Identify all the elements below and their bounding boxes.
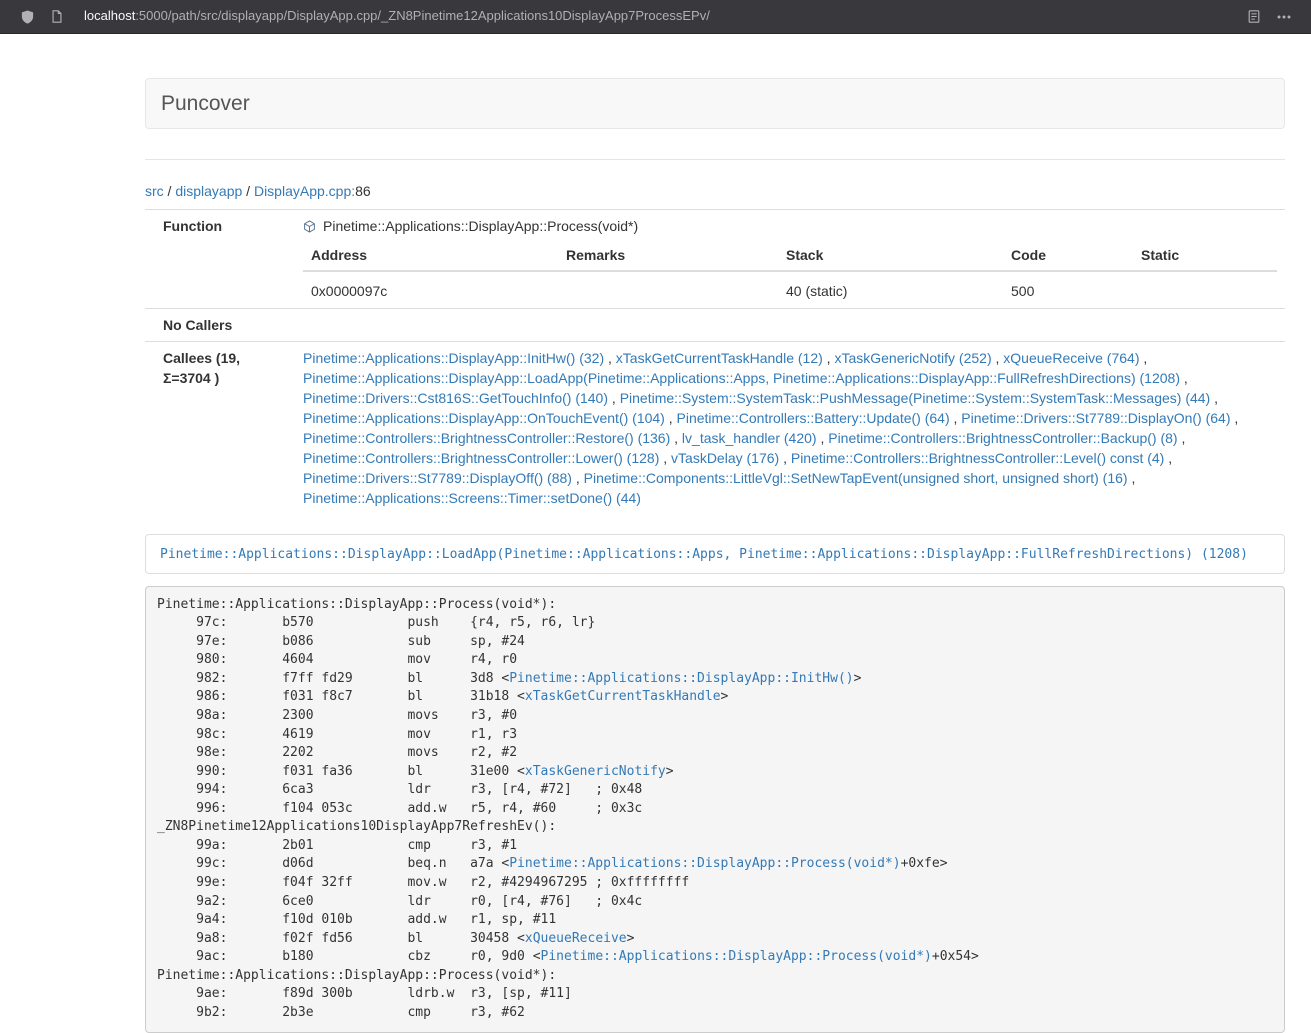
function-cell: Pinetime::Applications::DisplayApp::Proc… [295, 210, 1285, 309]
column-static: Static [1133, 245, 1277, 271]
callee-link[interactable]: Pinetime::System::SystemTask::PushMessag… [620, 390, 1211, 406]
breadcrumb-separator: / [164, 183, 176, 199]
breadcrumb-separator: / [242, 183, 254, 199]
column-remarks: Remarks [558, 245, 778, 271]
callee-link[interactable]: Pinetime::Applications::DisplayApp::Load… [303, 370, 1180, 386]
symbol-icon [303, 220, 316, 233]
callee-link[interactable]: Pinetime::Controllers::BrightnessControl… [791, 450, 1164, 466]
row-label-no-callers: No Callers [145, 309, 295, 342]
function-name: Pinetime::Applications::DisplayApp::Proc… [323, 216, 638, 236]
navbar: Puncover [145, 78, 1285, 129]
callee-link[interactable]: Pinetime::Controllers::Battery::Update()… [677, 410, 950, 426]
callee-link[interactable]: xTaskGetCurrentTaskHandle (12) [616, 350, 823, 366]
callee-link[interactable]: lv_task_handler (420) [682, 430, 817, 446]
callees-cell: Pinetime::Applications::DisplayApp::Init… [295, 342, 1285, 515]
callee-link[interactable]: Pinetime::Components::LittleVgl::SetNewT… [584, 470, 1128, 486]
breadcrumb-line-number: 86 [355, 183, 371, 199]
breadcrumb-link[interactable]: src [145, 183, 164, 199]
callee-link[interactable]: Pinetime::Controllers::BrightnessControl… [303, 430, 670, 446]
stats-header-row: Address Remarks Stack Code Static [303, 245, 1277, 271]
static-value [1133, 271, 1277, 302]
breadcrumb-link[interactable]: displayapp [175, 183, 242, 199]
table-row-function: Function Pinetime::Applications::Display… [145, 210, 1285, 309]
callee-link[interactable]: vTaskDelay (176) [671, 450, 779, 466]
url-bar[interactable]: localhost:5000/path/src/displayapp/Displ… [84, 7, 1227, 26]
page-actions-icon[interactable] [1275, 8, 1293, 26]
code-value: 500 [1003, 271, 1133, 302]
no-callers-cell [295, 309, 1285, 342]
highlighted-symbol-panel: Pinetime::Applications::DisplayApp::Load… [145, 534, 1285, 574]
table-row-callees: Callees (19, Σ=3704 ) Pinetime::Applicat… [145, 342, 1285, 515]
stack-value: 40 (static) [778, 271, 1003, 302]
code-symbol-link[interactable]: xTaskGetCurrentTaskHandle [525, 689, 721, 704]
callee-link[interactable]: Pinetime::Controllers::BrightnessControl… [828, 430, 1177, 446]
url-host: localhost [84, 8, 135, 23]
callee-link[interactable]: Pinetime::Drivers::St7789::DisplayOn() (… [961, 410, 1230, 426]
code-symbol-link[interactable]: Pinetime::Applications::DisplayApp::Init… [509, 671, 853, 686]
stats-value-row: 0x0000097c 40 (static) 500 [303, 271, 1277, 302]
breadcrumb: src / displayapp / DisplayApp.cpp:86 [145, 181, 1285, 201]
column-code: Code [1003, 245, 1133, 271]
breadcrumb-link[interactable]: DisplayApp.cpp: [254, 183, 355, 199]
callee-link[interactable]: xQueueReceive (764) [1003, 350, 1139, 366]
code-symbol-link[interactable]: Pinetime::Applications::DisplayApp::Proc… [541, 949, 932, 964]
callee-link[interactable]: Pinetime::Applications::DisplayApp::OnTo… [303, 410, 665, 426]
callee-link[interactable]: Pinetime::Drivers::Cst816S::GetTouchInfo… [303, 390, 608, 406]
callee-link[interactable]: xTaskGenericNotify (252) [834, 350, 991, 366]
code-symbol-link[interactable]: Pinetime::Applications::DisplayApp::Proc… [509, 856, 900, 871]
remarks-value [558, 271, 778, 302]
table-row-no-callers: No Callers [145, 309, 1285, 342]
column-stack: Stack [778, 245, 1003, 271]
callee-link[interactable]: Pinetime::Applications::Screens::Timer::… [303, 490, 641, 506]
brand-link[interactable]: Puncover [161, 89, 250, 119]
page-info-icon[interactable] [48, 8, 66, 26]
url-path: :5000/path/src/displayapp/DisplayApp.cpp… [135, 8, 710, 23]
callees-list: Pinetime::Applications::DisplayApp::Init… [303, 348, 1277, 508]
divider [145, 159, 1285, 160]
content-container: Puncover src / displayapp / DisplayApp.c… [145, 78, 1285, 1033]
reader-mode-icon[interactable] [1245, 8, 1263, 26]
code-block: Pinetime::Applications::DisplayApp::Proc… [145, 586, 1285, 1033]
function-table: Function Pinetime::Applications::Display… [145, 209, 1285, 514]
callee-link[interactable]: Pinetime::Controllers::BrightnessControl… [303, 450, 659, 466]
callee-link[interactable]: Pinetime::Drivers::St7789::DisplayOff() … [303, 470, 572, 486]
function-symbol: Pinetime::Applications::DisplayApp::Proc… [303, 216, 1277, 236]
shield-icon[interactable] [18, 8, 36, 26]
highlighted-symbol-link[interactable]: Pinetime::Applications::DisplayApp::Load… [160, 547, 1248, 562]
browser-toolbar: localhost:5000/path/src/displayapp/Displ… [0, 0, 1311, 34]
page: Puncover src / displayapp / DisplayApp.c… [0, 78, 1311, 1033]
stats-table: Address Remarks Stack Code Static 0x0000… [303, 245, 1277, 302]
address-value: 0x0000097c [303, 271, 558, 302]
code-symbol-link[interactable]: xQueueReceive [525, 931, 627, 946]
callee-link[interactable]: Pinetime::Applications::DisplayApp::Init… [303, 350, 604, 366]
row-label-callees: Callees (19, Σ=3704 ) [145, 342, 295, 515]
code-symbol-link[interactable]: xTaskGenericNotify [525, 764, 666, 779]
column-address: Address [303, 245, 558, 271]
row-label-function: Function [145, 210, 295, 309]
